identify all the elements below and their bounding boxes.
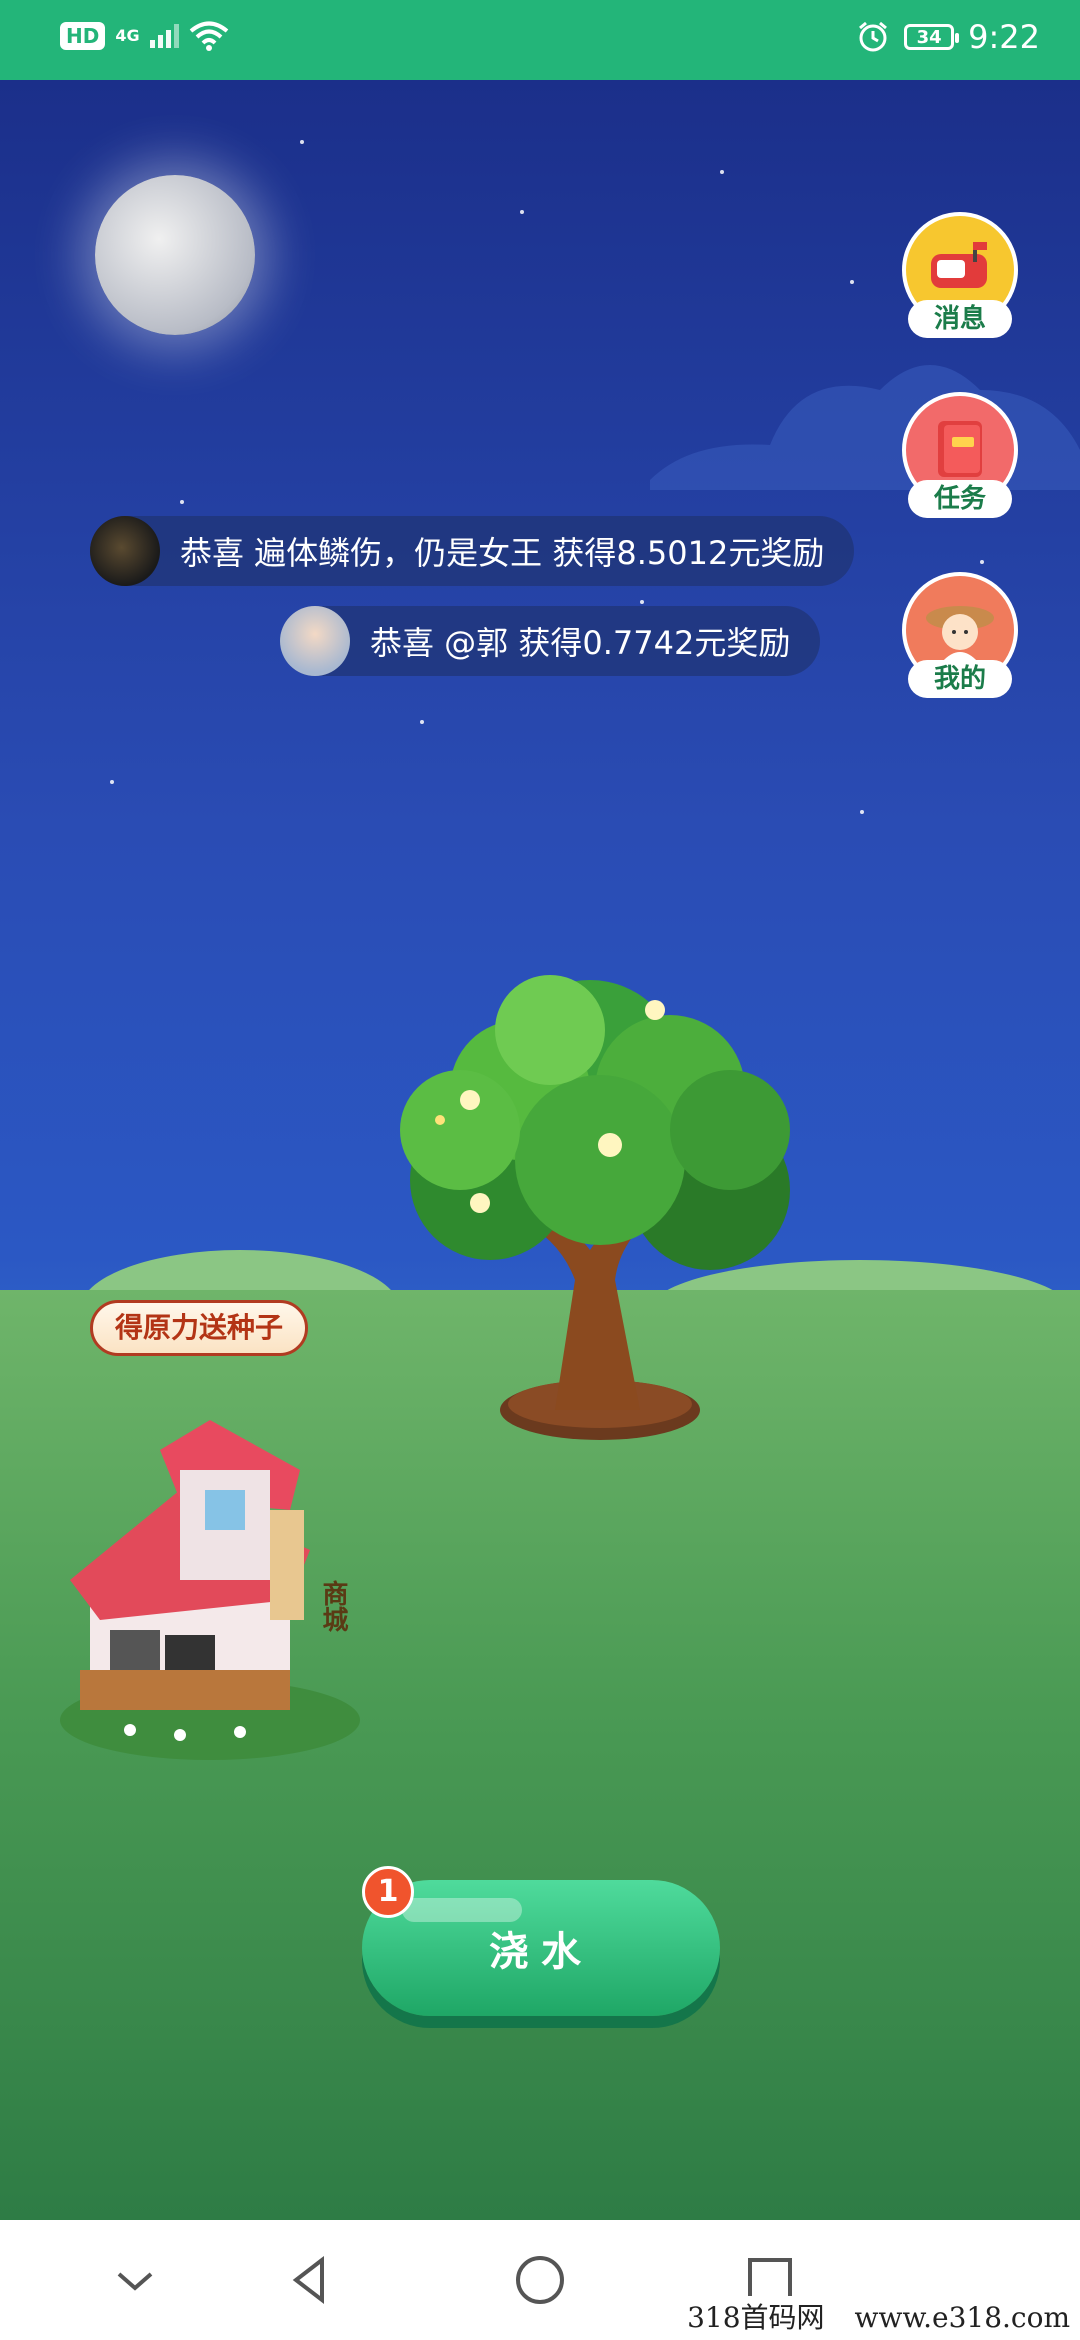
watermark-left: 318首码网 [687, 2301, 825, 2334]
avatar [280, 606, 350, 676]
watermark: 318首码网 www.e318.com [677, 2296, 1080, 2340]
reward-notice-text: 恭喜 遍体鳞伤，仍是女王 获得8.5012元奖励 [180, 534, 825, 572]
profile-label: 我的 [908, 660, 1012, 698]
battery-icon: 34 [904, 24, 960, 50]
tasks-label: 任务 [908, 480, 1012, 518]
wifi-icon [189, 21, 228, 51]
avatar [90, 516, 160, 586]
star [520, 210, 524, 214]
watermark-right: www.e318.com [854, 2301, 1070, 2334]
back-triangle-icon[interactable] [280, 2250, 340, 2310]
water-count-badge: 1 [362, 1866, 414, 1918]
game-scene: 消息 任务 我的 恭喜 遍体鳞伤，仍是女王 获得8.5012元奖励 恭喜 @郭 … [0, 80, 1080, 2220]
clock: 9:22 [968, 18, 1040, 56]
status-left-group: HD 4G [60, 20, 229, 52]
star [180, 500, 184, 504]
water-button[interactable]: 浇水 [362, 1880, 720, 2016]
alarm-icon [859, 21, 888, 52]
star [980, 560, 984, 564]
messages-button[interactable]: 消息 [902, 212, 1018, 344]
shop-sign: 商城 [318, 1580, 348, 1632]
battery-level: 34 [916, 26, 942, 48]
house-illustration [60, 1420, 360, 1760]
reward-notice-text: 恭喜 @郭 获得0.7742元奖励 [370, 624, 791, 662]
star [420, 720, 424, 724]
signal-icon [149, 24, 179, 48]
moon-illustration [95, 175, 255, 335]
reward-notice: 恭喜 @郭 获得0.7742元奖励 [280, 606, 821, 676]
profile-button[interactable]: 我的 [902, 572, 1018, 704]
star [110, 780, 114, 784]
star [860, 810, 864, 814]
star [640, 600, 644, 604]
system-nav-bar: 318首码网 www.e318.com [0, 2220, 1080, 2340]
shop-badge: 得原力送种子 [90, 1300, 309, 1356]
star [850, 280, 854, 284]
messages-label: 消息 [908, 300, 1012, 338]
tasks-button[interactable]: 任务 [902, 392, 1018, 524]
collapse-chevron-icon[interactable] [105, 2250, 165, 2310]
network-type-label: 4G [115, 26, 140, 45]
reward-notice: 恭喜 遍体鳞伤，仍是女王 获得8.5012元奖励 [90, 516, 855, 586]
status-right-group: 34 9:22 [856, 18, 1040, 56]
shop-building[interactable]: 得原力送种子 商城 [60, 1300, 400, 1770]
water-button-label: 浇水 [489, 1929, 593, 1975]
status-bar: HD 4G 34 9:22 [0, 0, 1080, 80]
home-circle-icon[interactable] [510, 2250, 570, 2310]
star [300, 140, 304, 144]
star [720, 170, 724, 174]
hd-voice-badge: HD [60, 22, 106, 50]
